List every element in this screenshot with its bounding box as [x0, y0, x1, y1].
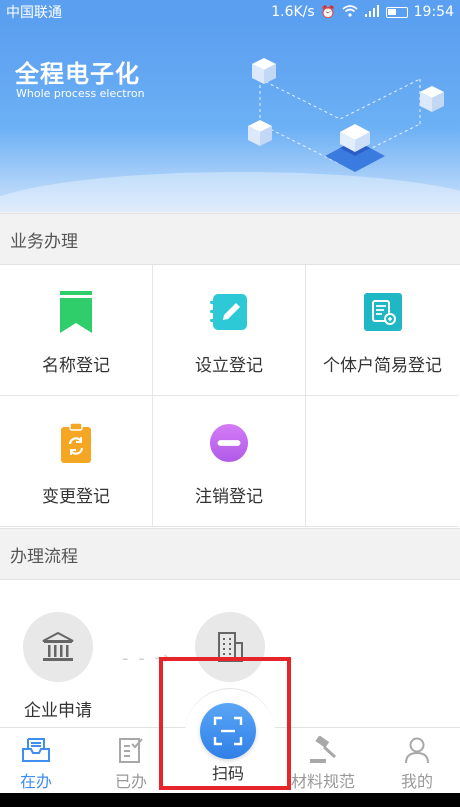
minus-circle-icon [209, 421, 249, 465]
status-indicators: 1.6K/s ⏰ 19:54 [271, 4, 454, 20]
system-navigation-bar [0, 793, 460, 807]
process-section-header: 办理流程 [0, 528, 460, 580]
bank-icon [23, 612, 93, 682]
change-registration-item[interactable]: 变更登记 [0, 396, 153, 527]
scan-label: 扫码 [211, 764, 244, 783]
gavel-icon [308, 736, 338, 764]
empty-grid-cell [306, 396, 459, 527]
tab-material-standards[interactable]: 材料规范 [286, 728, 360, 794]
checklist-icon [116, 736, 146, 764]
tab-mine[interactable]: 我的 [382, 728, 452, 794]
change-registration-label: 变更登记 [42, 487, 110, 507]
tab-completed[interactable]: 已办 [96, 728, 166, 794]
deregistration-item[interactable]: 注销登记 [153, 396, 306, 527]
name-registration-item[interactable]: 名称登记 [0, 265, 153, 396]
hero-banner: 全程电子化 Whole process electron [0, 24, 460, 212]
establishment-registration-label: 设立登记 [195, 356, 263, 376]
banner-title: 全程电子化 [15, 60, 140, 88]
business-grid: 名称登记 设立登记 个体户简易登记 变更登记 注销登记 [0, 265, 460, 528]
tab-label: 我的 [400, 772, 433, 791]
clipboard-refresh-icon [56, 421, 96, 465]
scan-button[interactable] [200, 703, 256, 759]
flow-step-enterprise-apply: 企业申请 [8, 612, 108, 721]
carrier-name: 中国联通 [6, 5, 62, 21]
section-title: 办理流程 [10, 546, 78, 567]
notebook-pen-icon [209, 290, 249, 334]
clock: 19:54 [413, 4, 454, 20]
section-title: 业务办理 [10, 231, 78, 252]
battery-icon [385, 6, 408, 18]
flow-step-label: 企业申请 [24, 701, 92, 721]
tab-label: 已办 [114, 772, 147, 791]
flow-step-approval [180, 612, 280, 682]
inbox-icon [21, 736, 51, 764]
status-bar: 中国联通 1.6K/s ⏰ 19:54 [0, 0, 460, 24]
isometric-cubes-illustration [248, 58, 444, 172]
establishment-registration-item[interactable]: 设立登记 [153, 265, 306, 396]
individual-business-registration-item[interactable]: 个体户简易登记 [306, 265, 459, 396]
business-section-header: 业务办理 [0, 213, 460, 265]
name-registration-label: 名称登记 [42, 356, 110, 376]
building-icon [195, 612, 265, 682]
tab-in-progress[interactable]: 在办 [1, 728, 71, 794]
flow-arrow-icon: - - → [122, 648, 172, 669]
signal-icon [364, 4, 380, 20]
alarm-icon: ⏰ [320, 5, 336, 19]
wifi-icon [342, 4, 358, 20]
deregistration-label: 注销登记 [195, 487, 263, 507]
tab-label: 在办 [19, 772, 52, 791]
person-icon [402, 736, 432, 764]
banner-subtitle: Whole process electron [16, 87, 145, 100]
bookmark-icon [56, 290, 96, 334]
network-speed: 1.6K/s [271, 4, 315, 20]
individual-business-registration-label: 个体户简易登记 [323, 356, 442, 376]
tab-label: 材料规范 [290, 772, 355, 791]
document-icon [363, 290, 403, 334]
scan-icon [213, 716, 243, 746]
